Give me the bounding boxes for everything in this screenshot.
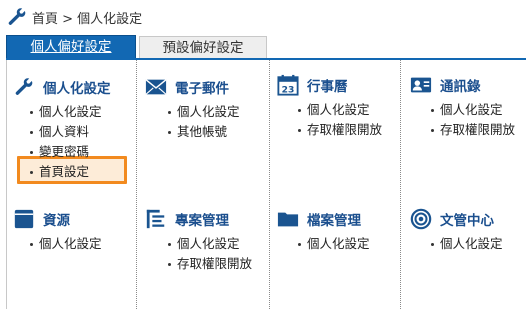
list-item[interactable]: 其他帳號	[165, 122, 240, 142]
tab-bar: 個人偏好設定 預設偏好設定	[6, 35, 526, 59]
tab-default-preferences[interactable]: 預設偏好設定	[139, 36, 267, 58]
section-resources: 資源 個人化設定	[13, 208, 102, 254]
section-contacts: 通訊錄 個人化設定 存取權限開放	[410, 74, 515, 140]
list-item[interactable]: 變更密碼	[27, 142, 111, 162]
calendar-icon: 23	[277, 74, 299, 96]
list-item[interactable]: 個人化設定	[165, 234, 252, 254]
wrench-icon	[15, 78, 33, 95]
list-item[interactable]: 個人化設定	[428, 100, 515, 120]
svg-text:23: 23	[282, 84, 295, 95]
settings-panel: 個人化設定 個人化設定 個人資料 變更密碼 首頁設定 電子郵件 個人化設定 其他…	[6, 60, 527, 309]
target-icon	[410, 208, 432, 230]
list-item[interactable]: 個人化設定	[428, 234, 503, 254]
section-title[interactable]: 專案管理	[175, 209, 229, 229]
folder-icon	[277, 212, 299, 227]
mail-icon	[145, 79, 167, 95]
list-item[interactable]: 個人化設定	[165, 102, 240, 122]
section-file-management: 檔案管理 個人化設定	[277, 208, 370, 254]
section-title[interactable]: 行事曆	[307, 75, 348, 95]
breadcrumb: 首頁 > 個人化設定	[6, 6, 142, 28]
section-document-center: 文管中心 個人化設定	[410, 208, 503, 254]
box-icon	[14, 209, 34, 229]
list-item[interactable]: 存取權限開放	[295, 120, 382, 140]
section-project-management: 專案管理 個人化設定 存取權限開放	[145, 208, 252, 274]
section-title[interactable]: 通訊錄	[440, 75, 481, 95]
breadcrumb-text[interactable]: 首頁 > 個人化設定	[32, 8, 142, 27]
project-list-icon	[146, 209, 165, 229]
contact-card-icon	[410, 77, 432, 93]
section-email: 電子郵件 個人化設定 其他帳號	[145, 76, 240, 142]
list-item[interactable]: 存取權限開放	[165, 254, 252, 274]
section-calendar: 23 行事曆 個人化設定 存取權限開放	[277, 74, 382, 140]
list-item[interactable]: 個人化設定	[27, 102, 111, 122]
tab-personal-preferences[interactable]: 個人偏好設定	[6, 35, 136, 59]
column-divider	[400, 60, 401, 309]
list-item[interactable]: 個人化設定	[27, 234, 102, 254]
section-title[interactable]: 文管中心	[440, 209, 494, 229]
column-divider	[269, 60, 270, 309]
list-item[interactable]: 個人資料	[27, 122, 111, 142]
section-title[interactable]: 資源	[43, 209, 70, 229]
section-personalization: 個人化設定 個人化設定 個人資料 變更密碼 首頁設定	[13, 76, 111, 182]
section-title[interactable]: 電子郵件	[175, 77, 229, 97]
list-item-homepage-settings[interactable]: 首頁設定	[27, 162, 111, 182]
section-title[interactable]: 個人化設定	[43, 77, 111, 97]
list-item[interactable]: 個人化設定	[295, 234, 370, 254]
wrench-icon	[8, 8, 26, 25]
section-title[interactable]: 檔案管理	[307, 209, 361, 229]
column-divider	[136, 60, 137, 309]
list-item[interactable]: 存取權限開放	[428, 120, 515, 140]
list-item[interactable]: 個人化設定	[295, 100, 382, 120]
